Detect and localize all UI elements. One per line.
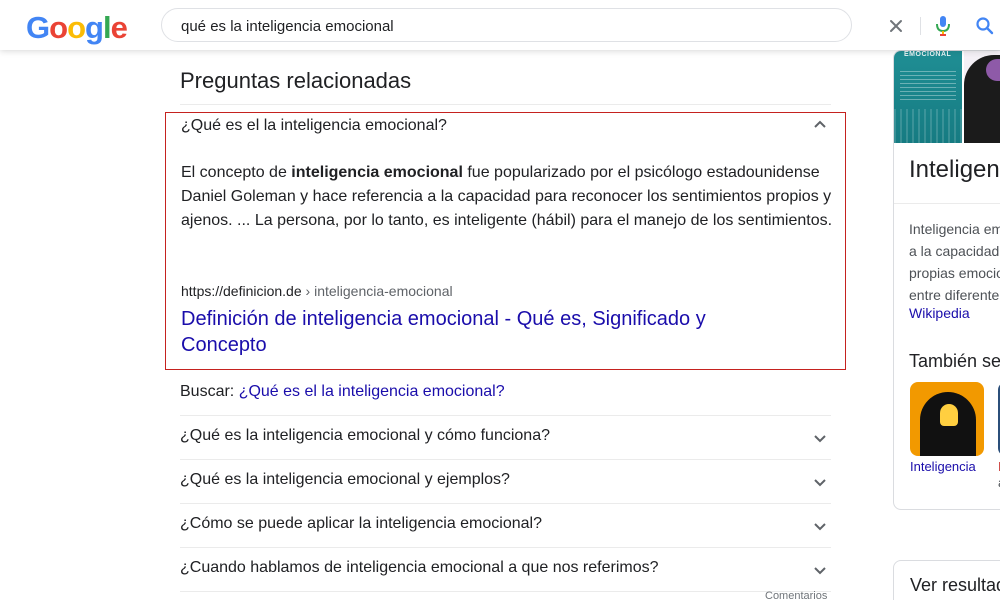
answer-bold: inteligencia emocional: [291, 164, 463, 181]
book-cover-image[interactable]: EMOCIONAL: [894, 51, 962, 143]
answer-text: El concepto de inteligencia emocional fu…: [181, 161, 841, 233]
chevron-down-icon[interactable]: [811, 473, 829, 491]
chevron-down-icon[interactable]: [811, 517, 829, 535]
wikipedia-link[interactable]: Wikipedia: [909, 305, 970, 321]
question-row[interactable]: ¿Qué es la inteligencia emocional y cómo…: [180, 415, 831, 459]
chevron-down-icon[interactable]: [811, 561, 829, 579]
header-bar: Google: [0, 0, 1000, 50]
close-icon[interactable]: [886, 16, 906, 36]
divider: [180, 591, 831, 592]
result-link[interactable]: Definición de inteligencia emocional - Q…: [181, 306, 741, 358]
image-label: EMOCIONAL: [904, 51, 952, 58]
question-text: ¿Cómo se puede aplicar la inteligencia e…: [180, 515, 542, 532]
chevron-up-icon[interactable]: [811, 116, 829, 134]
see-results-panel[interactable]: Ver resultados: [893, 560, 1000, 600]
image-text-lines: [900, 71, 956, 101]
search-box: [161, 8, 994, 42]
buscar-label: Buscar:: [180, 383, 239, 400]
description-line: Inteligencia em: [909, 221, 1000, 237]
logo-letter: o: [67, 10, 86, 45]
head-silhouette-image[interactable]: [964, 51, 1000, 143]
lightbulb-head-image[interactable]: [910, 382, 984, 456]
logo-letter: l: [102, 10, 112, 45]
question-text: ¿Qué es la inteligencia emocional y cómo…: [180, 427, 550, 444]
description-line: propias emocio: [909, 265, 1000, 281]
question-row[interactable]: ¿Qué es la inteligencia emocional y ejem…: [180, 459, 831, 503]
search-icon[interactable]: [974, 15, 996, 37]
source-breadcrumb: › inteligencia-emocional: [301, 283, 453, 299]
source-url: https://definicion.de › inteligencia-emo…: [181, 283, 453, 299]
microphone-icon[interactable]: [933, 14, 953, 38]
search-suggestion: Buscar: ¿Qué es el la inteligencia emoci…: [180, 383, 505, 401]
search-input[interactable]: [181, 15, 701, 37]
google-logo[interactable]: Google: [26, 10, 128, 46]
panel-title: Inteligencia emocional: [909, 156, 1000, 183]
question-text: ¿Qué es la inteligencia emocional y ejem…: [180, 471, 510, 488]
see-results-title: Ver resultados: [910, 575, 1000, 595]
related-card-label[interactable]: Inteligencia: [910, 459, 976, 474]
description-line: a la capacidad: [909, 243, 1000, 259]
also-searched-title: También se busca: [909, 351, 1000, 371]
logo-letter: o: [49, 10, 68, 45]
answer-prefix: El concepto de: [181, 164, 292, 181]
knowledge-panel: EMOCIONAL Inteligencia emocional Intelig…: [893, 50, 1000, 510]
search-divider: [920, 17, 921, 35]
description-line: entre diferente: [909, 287, 1000, 303]
chevron-down-icon[interactable]: [811, 429, 829, 447]
paa-title: Preguntas relacionadas: [180, 68, 412, 93]
image-floor: [894, 109, 962, 143]
expanded-question-panel: ¿Qué es el la inteligencia emocional? El…: [165, 112, 846, 370]
question-text: ¿Cuando hablamos de inteligencia emocion…: [180, 559, 659, 576]
feedback-link[interactable]: Comentarios: [765, 590, 827, 600]
panel-description: Inteligencia em a la capacidad propias e…: [909, 218, 1000, 306]
logo-letter: e: [110, 10, 128, 45]
divider: [894, 203, 1000, 204]
question-row[interactable]: ¿Cómo se puede aplicar la inteligencia e…: [180, 503, 831, 547]
logo-letter: g: [85, 10, 104, 45]
expanded-question[interactable]: ¿Qué es el la inteligencia emocional?: [181, 117, 447, 135]
divider: [180, 104, 831, 105]
logo-letter: G: [26, 10, 50, 45]
question-row[interactable]: ¿Cuando hablamos de inteligencia emocion…: [180, 547, 831, 591]
buscar-link[interactable]: ¿Qué es el la inteligencia emocional?: [239, 383, 505, 400]
source-domain: https://definicion.de: [181, 283, 302, 299]
lightbulb-icon: [940, 404, 958, 426]
